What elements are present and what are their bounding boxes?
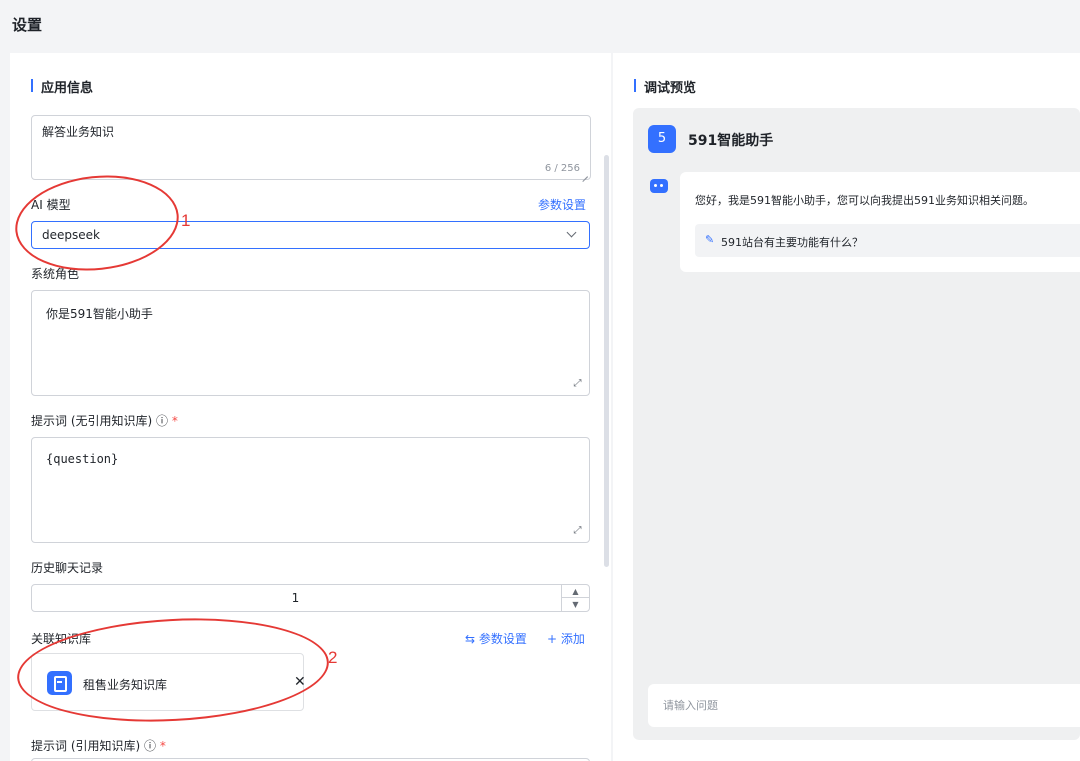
- annotation-number-2: 2: [328, 648, 338, 667]
- history-stepper[interactable]: 1 ▲ ▼: [31, 584, 590, 612]
- prompt-no-kb-text: {question}: [46, 452, 119, 466]
- history-label: 历史聊天记录: [31, 561, 104, 575]
- kb-add-label: 添加: [560, 632, 585, 646]
- prompt-with-kb-label: 提示词 (引用知识库) ⓘ *: [31, 737, 166, 754]
- info-icon: ⓘ: [156, 414, 169, 428]
- chat-input-bar: [648, 684, 1080, 727]
- suggested-question-text: 591站台有主要功能有什么？: [721, 236, 863, 249]
- resize-grip-icon[interactable]: [581, 170, 588, 177]
- pencil-icon: ✎: [705, 233, 715, 246]
- expand-icon[interactable]: ⤢: [572, 525, 583, 536]
- annotation-circle-1: [10, 167, 184, 279]
- description-text: 解答业务知识: [42, 125, 115, 139]
- suggested-question[interactable]: ✎ 591站台有主要功能有什么？: [695, 224, 1080, 257]
- kb-add-button[interactable]: + 添加: [547, 630, 585, 647]
- prompt-with-kb-label-text: 提示词 (引用知识库): [31, 739, 141, 753]
- prompt-no-kb-label: 提示词 (无引用知识库) ⓘ *: [31, 412, 178, 429]
- settings-panel: 应用信息 解答业务知识 6 / 256 AI 模型 参数设置 deepseek …: [10, 53, 611, 761]
- bot-message: 您好，我是591智能小助手，您可以向我提出591业务知识相关问题。 ✎ 591站…: [680, 172, 1080, 272]
- description-textarea[interactable]: 解答业务知识 6 / 256: [31, 115, 591, 180]
- increment-button[interactable]: ▲: [562, 585, 589, 598]
- chevron-down-icon: [566, 227, 577, 238]
- required-mark: *: [159, 739, 166, 753]
- plus-icon: +: [547, 632, 558, 646]
- kb-params-button[interactable]: ⇆ 参数设置: [465, 630, 527, 647]
- app-name: 591智能助手: [688, 133, 774, 149]
- kb-params-label: 参数设置: [478, 632, 527, 646]
- annotation-circle-2: [14, 610, 332, 730]
- scrollbar[interactable]: [604, 155, 609, 567]
- section-title-app-info: 应用信息: [31, 77, 93, 96]
- prompt-no-kb-textarea[interactable]: {question} ⤢: [31, 437, 590, 543]
- sliders-icon: ⇆: [465, 632, 476, 646]
- question-input[interactable]: [648, 684, 1080, 727]
- model-params-link[interactable]: 参数设置: [538, 196, 586, 213]
- prompt-no-kb-label-text: 提示词 (无引用知识库): [31, 414, 153, 428]
- stepper-controls: ▲ ▼: [561, 585, 589, 611]
- decrement-button[interactable]: ▼: [562, 598, 589, 611]
- page-title: 设置: [12, 16, 43, 34]
- history-value: 1: [291, 591, 300, 605]
- system-role-textarea[interactable]: 你是591智能小助手 ⤢: [31, 290, 590, 396]
- annotation-number-1: 1: [181, 211, 191, 230]
- system-role-text: 你是591智能小助手: [46, 307, 153, 321]
- expand-icon[interactable]: ⤢: [572, 378, 583, 389]
- greeting-text: 您好，我是591智能小助手，您可以向我提出591业务知识相关问题。: [695, 194, 1034, 207]
- char-counter: 6 / 256: [544, 163, 580, 174]
- section-title-preview: 调试预览: [634, 77, 696, 96]
- info-icon: ⓘ: [144, 739, 157, 753]
- bot-avatar-icon: [650, 179, 668, 193]
- required-mark: *: [171, 414, 178, 428]
- chat-preview: 5 591智能助手 您好，我是591智能小助手，您可以向我提出591业务知识相关…: [633, 108, 1080, 740]
- app-badge: 5: [648, 125, 676, 153]
- preview-panel: 调试预览 5 591智能助手 您好，我是591智能小助手，您可以向我提出591业…: [613, 53, 1080, 761]
